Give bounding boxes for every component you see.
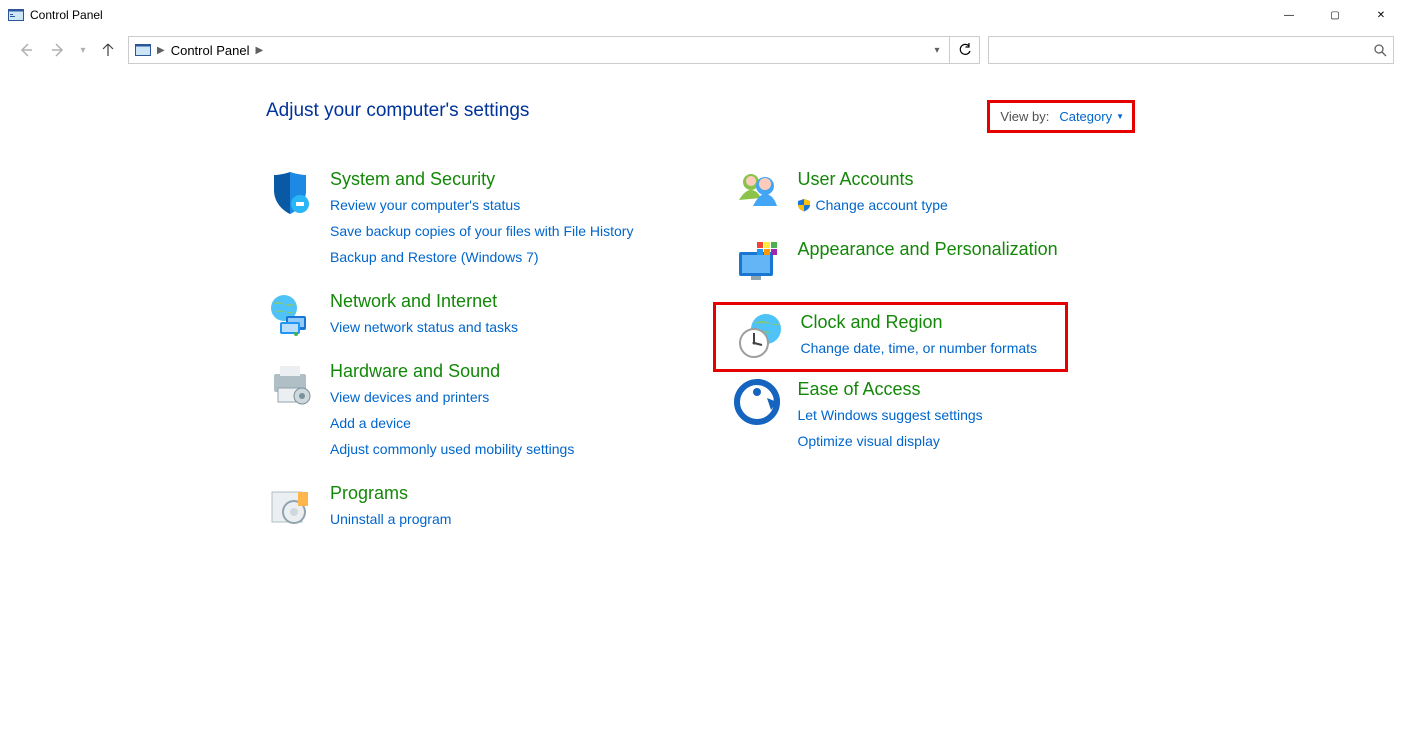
category-system-security: System and Security Review your computer…: [266, 168, 633, 290]
view-by-selector[interactable]: View by: Category ▼: [987, 100, 1135, 133]
category-title[interactable]: Programs: [330, 482, 451, 504]
chevron-down-icon: ▼: [1116, 112, 1124, 121]
breadcrumb-sep-icon: ▶: [255, 45, 263, 56]
address-bar[interactable]: ▶ Control Panel ▶ ▾: [128, 36, 950, 64]
breadcrumb-root[interactable]: Control Panel: [171, 43, 250, 58]
close-button[interactable]: ✕: [1358, 0, 1404, 30]
search-input[interactable]: [995, 42, 1373, 59]
programs-icon: [266, 482, 314, 530]
category-title[interactable]: Appearance and Personalization: [797, 238, 1057, 260]
search-icon[interactable]: [1373, 43, 1387, 57]
category-title[interactable]: User Accounts: [797, 168, 947, 190]
category-link[interactable]: Optimize visual display: [797, 430, 982, 452]
content-area: Adjust your computer's settings View by:…: [0, 70, 1404, 552]
category-link[interactable]: View devices and printers: [330, 386, 574, 408]
category-link[interactable]: Save backup copies of your files with Fi…: [330, 220, 633, 242]
control-panel-small-icon: [135, 42, 151, 58]
category-link[interactable]: Review your computer's status: [330, 194, 633, 216]
category-network-internet: Network and Internet View network status…: [266, 290, 633, 360]
category-link[interactable]: Let Windows suggest settings: [797, 404, 982, 426]
window-controls: — ▢ ✕: [1266, 0, 1404, 30]
category-programs: Programs Uninstall a program: [266, 482, 633, 552]
category-ease-of-access: Ease of Access Let Windows suggest setti…: [733, 378, 1057, 474]
view-by-label: View by:: [1000, 109, 1049, 124]
category-link[interactable]: Uninstall a program: [330, 508, 451, 530]
category-link[interactable]: Add a device: [330, 412, 574, 434]
category-link[interactable]: View network status and tasks: [330, 316, 518, 338]
printer-icon: [266, 360, 314, 408]
nav-row: ▾ ▶ Control Panel ▶ ▾: [0, 30, 1404, 70]
category-column-left: System and Security Review your computer…: [266, 168, 633, 552]
clock-globe-icon: [736, 311, 784, 359]
category-hardware-sound: Hardware and Sound View devices and prin…: [266, 360, 633, 482]
category-user-accounts: User Accounts Change account type: [733, 168, 1057, 238]
category-link[interactable]: Change date, time, or number formats: [800, 337, 1037, 359]
view-by-value[interactable]: Category ▼: [1059, 109, 1124, 124]
category-column-right: User Accounts Change account type: [733, 168, 1057, 552]
shield-icon: [266, 168, 314, 216]
recent-locations-button[interactable]: ▾: [74, 34, 92, 66]
category-title[interactable]: System and Security: [330, 168, 633, 190]
page-heading: Adjust your computer's settings: [266, 100, 1404, 122]
category-title[interactable]: Clock and Region: [800, 311, 1037, 333]
control-panel-icon: [8, 7, 24, 23]
search-box[interactable]: [988, 36, 1394, 64]
maximize-button[interactable]: ▢: [1312, 0, 1358, 30]
category-clock-region: Clock and Region Change date, time, or n…: [713, 302, 1067, 372]
up-button[interactable]: [92, 34, 124, 66]
address-dropdown-icon[interactable]: ▾: [925, 45, 949, 56]
category-title[interactable]: Hardware and Sound: [330, 360, 574, 382]
globe-network-icon: [266, 290, 314, 338]
back-button[interactable]: [10, 34, 42, 66]
breadcrumb-sep-icon: ▶: [157, 45, 165, 56]
window-title: Control Panel: [30, 8, 103, 22]
category-link[interactable]: Change account type: [815, 194, 947, 216]
category-link[interactable]: Adjust commonly used mobility settings: [330, 438, 574, 460]
personalization-icon: [733, 238, 781, 286]
minimize-button[interactable]: —: [1266, 0, 1312, 30]
title-bar: Control Panel — ▢ ✕: [0, 0, 1404, 30]
users-icon: [733, 168, 781, 216]
category-link[interactable]: Backup and Restore (Windows 7): [330, 246, 633, 268]
category-title[interactable]: Network and Internet: [330, 290, 518, 312]
category-appearance-personalization: Appearance and Personalization: [733, 238, 1057, 308]
ease-of-access-icon: [733, 378, 781, 426]
uac-shield-icon: [797, 198, 811, 212]
forward-button[interactable]: [42, 34, 74, 66]
category-title[interactable]: Ease of Access: [797, 378, 982, 400]
refresh-button[interactable]: [950, 36, 980, 64]
